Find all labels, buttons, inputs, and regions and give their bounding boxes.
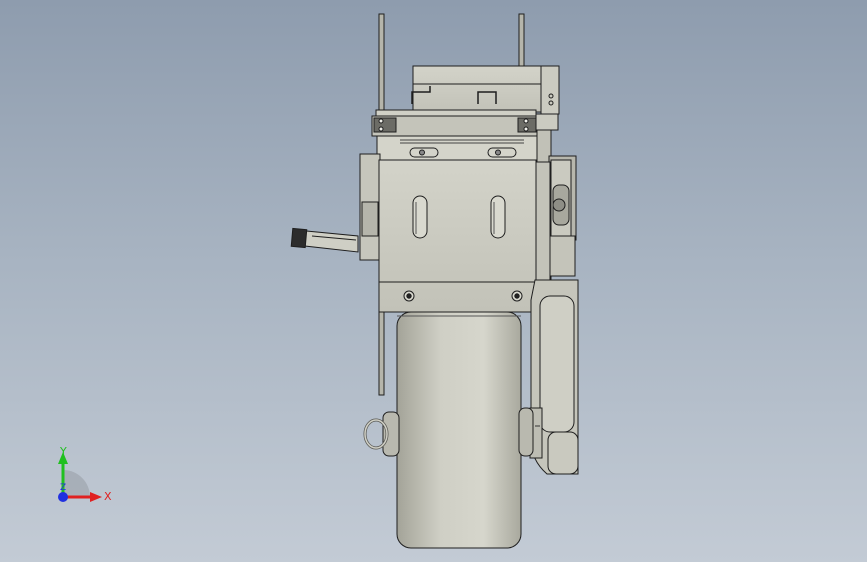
top-housing xyxy=(411,65,560,115)
drive-wheel xyxy=(382,311,534,549)
clamp-bar xyxy=(371,109,559,137)
lever-handle xyxy=(290,153,381,261)
orientation-triad: Y X Z xyxy=(58,445,112,503)
cad-viewport[interactable]: Y X Z xyxy=(0,0,867,562)
slotted-bracket xyxy=(376,135,538,163)
right-arm xyxy=(529,279,579,475)
z-axis-label: Z xyxy=(60,483,66,493)
y-axis-label: Y xyxy=(59,445,67,458)
main-plate xyxy=(378,159,551,313)
triad-quadrant xyxy=(63,470,90,497)
cad-model-drive-wheel-assembly[interactable] xyxy=(0,0,867,562)
x-axis-label: X xyxy=(104,490,112,503)
z-axis-dot xyxy=(58,492,68,502)
